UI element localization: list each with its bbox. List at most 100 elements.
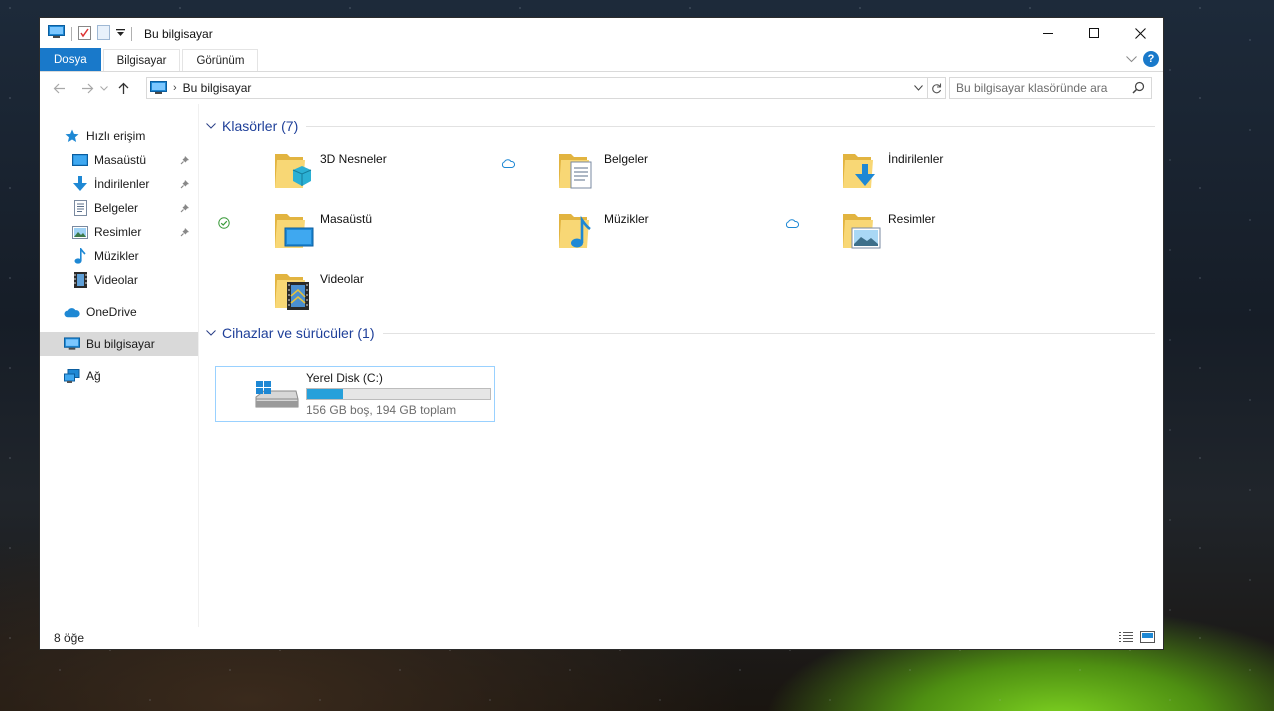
address-bar[interactable]: › Bu bilgisayar [146,77,946,99]
drive-name: Yerel Disk (C:) [306,371,383,385]
chevron-down-icon[interactable] [206,328,220,339]
cloud-status-icon [499,156,517,170]
sidebar-item-label: Resimler [94,225,142,239]
folder-tile-pictures[interactable]: Resimler [783,202,1063,258]
devices-group-header[interactable]: Cihazlar ve sürücüler (1) [206,323,1155,343]
downloads-folder-icon [841,150,883,192]
download-icon [72,176,88,192]
videos-folder-icon [273,270,315,312]
search-box[interactable] [949,77,1152,99]
window-title: Bu bilgisayar [144,26,213,41]
navigation-pane: Hızlı erişim Masaüstü İndirilenler Belge… [40,104,199,627]
sidebar-item-pictures[interactable]: Resimler [40,220,198,244]
sidebar-item-music[interactable]: Müzikler [40,244,198,268]
folder-label: 3D Nesneler [320,152,387,166]
network-icon [64,368,80,384]
desktop-folder-icon [273,210,315,252]
ribbon-tabs: Dosya Bilgisayar Görünüm ? [40,48,1163,72]
expand-ribbon-icon[interactable] [1126,52,1137,66]
folder-tile-videos[interactable]: Videolar [215,262,495,318]
folder-tile-documents[interactable]: Belgeler [499,142,779,198]
search-input[interactable] [956,81,1126,95]
customize-toolbar-icon[interactable] [116,27,125,41]
help-icon[interactable]: ? [1143,51,1159,67]
recent-locations-icon[interactable] [98,77,110,99]
sidebar-item-documents[interactable]: Belgeler [40,196,198,220]
pin-icon[interactable] [180,178,190,192]
details-view-icon[interactable] [1118,631,1134,646]
pictures-folder-icon [841,210,883,252]
drive-space-info: 156 GB boş, 194 GB toplam [306,403,457,417]
pin-icon[interactable] [180,226,190,240]
hard-drive-icon [254,381,300,414]
maximize-button[interactable] [1071,18,1117,48]
group-title: Cihazlar ve sürücüler (1) [222,325,375,341]
folder-label: Videolar [320,272,364,286]
folder-tile-3d-objects[interactable]: 3D Nesneler [215,142,495,198]
pin-icon[interactable] [180,202,190,216]
large-icons-view-icon[interactable] [1140,631,1155,646]
documents-folder-icon [557,150,599,192]
group-divider [306,125,1155,127]
title-bar: Bu bilgisayar [40,18,1163,49]
drive-usage-bar [306,388,491,400]
folders-group-header[interactable]: Klasörler (7) [206,116,1155,136]
sidebar-item-onedrive[interactable]: OneDrive [40,300,198,324]
sidebar-item-label: Müzikler [94,249,139,263]
qat-divider [71,26,72,41]
folder-label: İndirilenler [888,152,944,166]
sidebar-item-label: Videolar [94,273,138,287]
group-divider [382,332,1155,334]
file-explorer-window: Bu bilgisayar Dosya Bilgisayar Görünüm ? [39,17,1164,650]
explorer-body: Hızlı erişim Masaüstü İndirilenler Belge… [40,104,1163,649]
folder-tile-music[interactable]: Müzikler [499,202,779,258]
back-button[interactable] [48,77,70,99]
breadcrumb-chevron-icon[interactable]: › [173,82,177,94]
tab-view[interactable]: Görünüm [182,49,259,71]
address-dropdown-icon[interactable] [909,78,927,98]
music-icon [72,248,88,264]
sidebar-item-downloads[interactable]: İndirilenler [40,172,198,196]
folder-tile-downloads[interactable]: İndirilenler [783,142,1063,198]
properties-icon[interactable] [78,25,91,43]
sidebar-item-this-pc[interactable]: Bu bilgisayar [40,332,198,356]
picture-icon [72,224,88,240]
tab-computer[interactable]: Bilgisayar [102,49,181,71]
folder-label: Resimler [888,212,936,226]
minimize-button[interactable] [1025,18,1071,48]
computer-icon [64,336,80,352]
folder-tile-desktop[interactable]: Masaüstü [215,202,495,258]
computer-icon [150,81,167,95]
sidebar-item-label: Masaüstü [94,153,147,167]
refresh-icon[interactable] [927,78,945,98]
folder-label: Masaüstü [320,212,373,226]
folder-label: Belgeler [604,152,649,166]
quick-access-toolbar: Bu bilgisayar [40,18,213,49]
sidebar-item-label: OneDrive [86,305,137,319]
item-count: 8 öğe [54,631,85,645]
search-icon[interactable] [1132,81,1145,97]
desktop-icon [72,152,88,168]
pin-icon[interactable] [180,154,190,168]
music-folder-icon [557,210,599,252]
sidebar-item-desktop[interactable]: Masaüstü [40,148,198,172]
close-button[interactable] [1117,18,1163,48]
tab-file[interactable]: Dosya [40,48,101,71]
folder-label: Müzikler [604,212,649,226]
sidebar-item-quick-access[interactable]: Hızlı erişim [40,124,198,148]
sidebar-item-label: İndirilenler [94,177,150,191]
sidebar-item-videos[interactable]: Videolar [40,268,198,292]
computer-icon[interactable] [48,25,65,42]
drive-tile-c[interactable]: Yerel Disk (C:) 156 GB boş, 194 GB topla… [215,366,495,422]
forward-button[interactable] [76,77,98,99]
qat-divider [131,26,132,41]
group-title: Klasörler (7) [222,118,299,134]
content-pane: Klasörler (7) 3D Nesneler Belgeler İndir… [200,104,1163,627]
sidebar-item-label: Hızlı erişim [86,129,146,143]
breadcrumb[interactable]: Bu bilgisayar [183,81,252,95]
3d-objects-icon [273,150,315,192]
sidebar-item-network[interactable]: Ağ [40,364,198,388]
up-button[interactable] [112,77,134,99]
chevron-down-icon[interactable] [206,121,220,132]
new-folder-icon[interactable] [97,24,110,43]
